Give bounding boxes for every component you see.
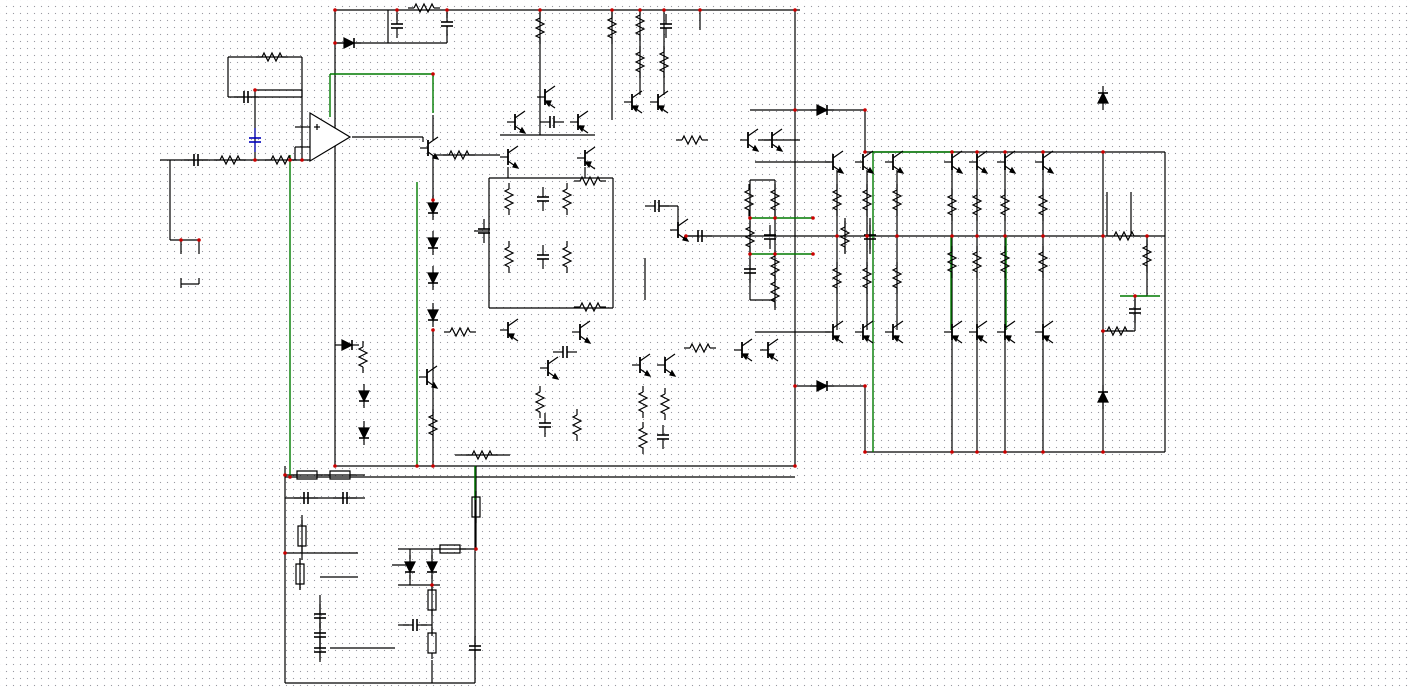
pnp-transistor[interactable] [944,320,963,344]
symbol-layer [184,2,1153,662]
npn-transistor[interactable] [740,128,760,152]
resistor[interactable] [561,241,573,273]
diode[interactable] [337,37,361,49]
diode[interactable] [427,266,439,290]
schematic-drawing [160,2,1166,684]
capacitor[interactable] [537,245,549,269]
pnp-transistor[interactable] [855,320,874,344]
capacitor[interactable] [553,346,577,358]
resistor[interactable] [408,2,440,14]
diode[interactable] [810,104,834,116]
resistor[interactable] [684,342,716,354]
capacitor[interactable] [540,116,564,128]
diode[interactable] [427,303,439,327]
capacitor[interactable] [660,14,672,38]
pnp-transistor[interactable] [825,320,844,344]
pnp-transistor[interactable] [500,318,519,342]
pnp-transistor[interactable] [624,90,643,114]
npn-transistor[interactable] [500,145,520,169]
capacitor[interactable] [391,14,403,38]
capacitor[interactable] [764,225,776,249]
capacitor[interactable] [539,413,551,437]
npn-transistor[interactable] [855,150,875,174]
capacitor[interactable] [403,619,427,631]
resistor[interactable] [503,241,515,273]
capacitor[interactable] [657,425,669,449]
pnp-transistor[interactable] [734,338,753,362]
npn-transistor[interactable] [944,150,964,174]
diode[interactable] [1097,86,1109,110]
diode[interactable] [358,421,370,445]
opamp[interactable] [309,111,352,163]
npn-transistor[interactable] [507,110,527,134]
npn-transistor[interactable] [969,150,989,174]
npn-transistor[interactable] [540,356,560,380]
npn-transistor[interactable] [1035,150,1055,174]
resistor[interactable] [659,388,671,420]
resistor[interactable] [743,184,755,216]
npn-transistor[interactable] [997,150,1017,174]
resistor[interactable] [574,301,606,313]
resistor[interactable] [637,422,649,454]
pnp-transistor[interactable] [650,90,669,114]
diode[interactable] [427,231,439,255]
npn-transistor[interactable] [419,365,439,389]
pnp-transistor[interactable] [577,146,596,170]
resistor[interactable] [676,134,708,146]
diode[interactable] [358,384,370,408]
resistor[interactable] [534,386,546,418]
diode[interactable] [404,555,416,579]
resistor[interactable] [637,386,649,418]
npn-transistor[interactable] [632,353,652,377]
capacitor[interactable] [645,200,669,212]
npn-transistor[interactable] [670,218,690,242]
capacitor[interactable] [537,187,549,211]
pnp-transistor[interactable] [969,320,988,344]
pnp-transistor[interactable] [760,338,779,362]
diode[interactable] [1097,385,1109,409]
diode[interactable] [335,339,359,351]
resistor[interactable] [357,341,369,373]
npn-transistor[interactable] [885,150,905,174]
pnp-transistor[interactable] [570,110,589,134]
resistor[interactable] [571,409,583,441]
npn-transistor[interactable] [657,353,677,377]
diode[interactable] [426,555,438,579]
resistor[interactable] [444,326,476,338]
pnp-transistor[interactable] [885,320,904,344]
resistor-box[interactable] [427,627,437,659]
pnp-transistor[interactable] [1035,320,1054,344]
diode[interactable] [810,380,834,392]
npn-transistor[interactable] [572,320,592,344]
resistor[interactable] [561,183,573,215]
schematic-canvas[interactable] [0,0,1411,689]
npn-transistor[interactable] [825,150,845,174]
resistor[interactable] [503,183,515,215]
capacitor[interactable] [441,12,453,36]
